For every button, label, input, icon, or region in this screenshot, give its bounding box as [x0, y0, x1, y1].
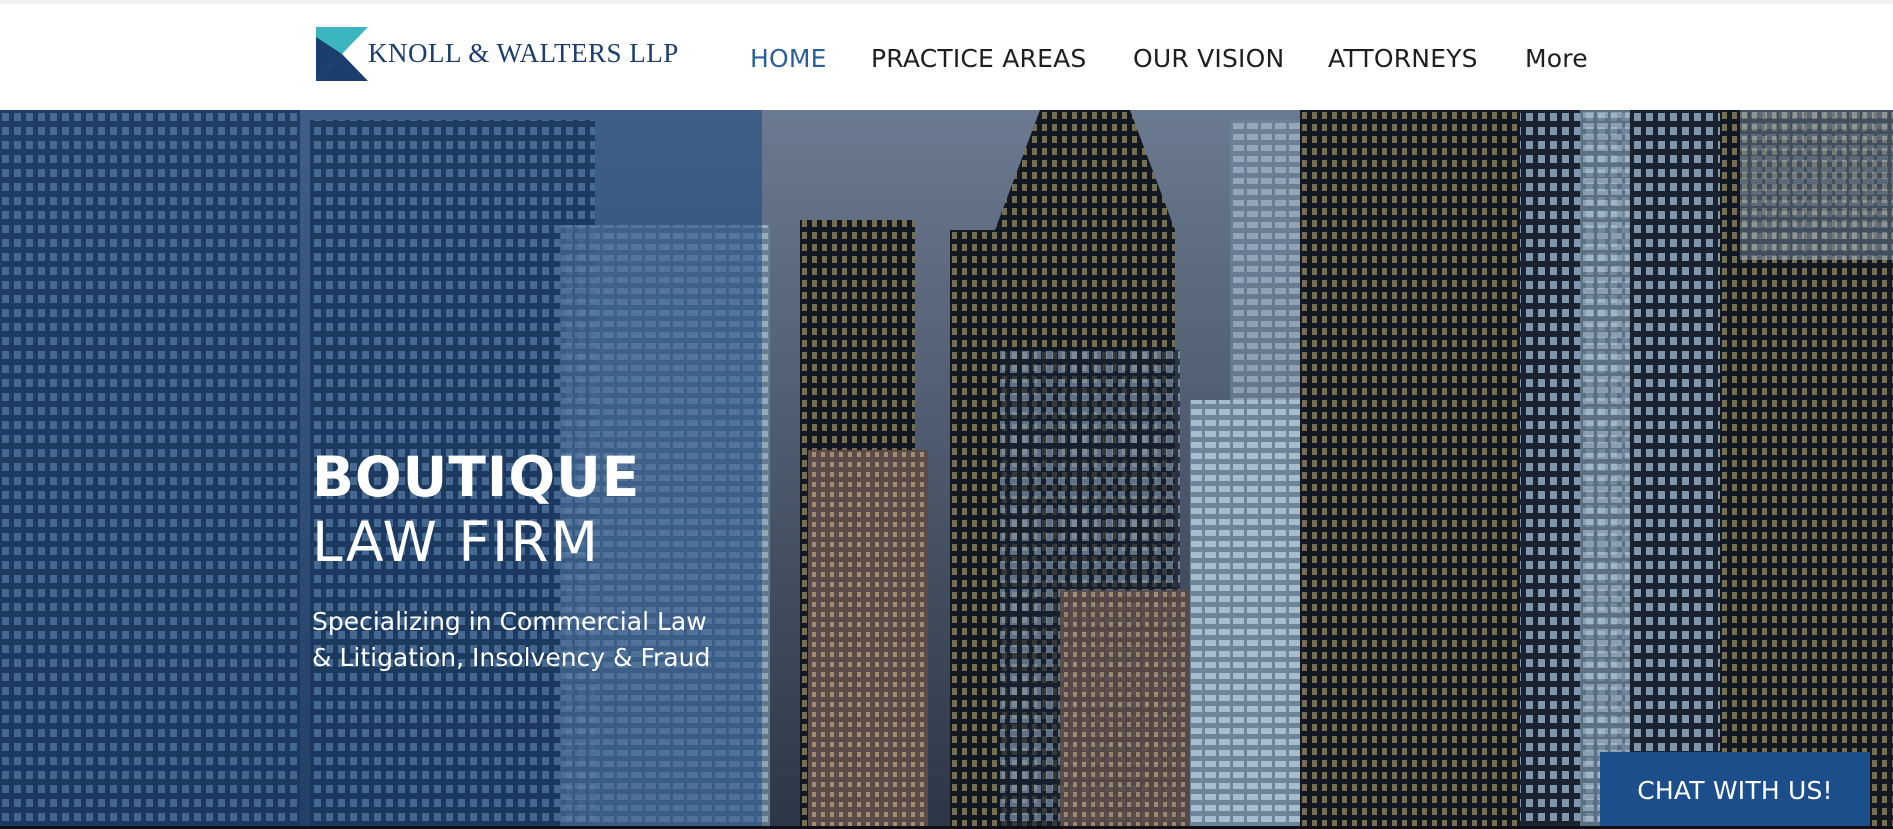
nav-more[interactable]: More: [1525, 44, 1588, 73]
nav-attorneys[interactable]: ATTORNEYS: [1328, 44, 1478, 73]
nav-home[interactable]: HOME: [750, 44, 827, 73]
nav-our-vision[interactable]: OUR VISION: [1133, 44, 1284, 73]
hero-title-law-firm: LAW FIRM: [312, 510, 600, 574]
chat-with-us-button[interactable]: CHAT WITH US!: [1600, 752, 1870, 829]
logo-text: KNOLL & WALTERS LLP: [368, 37, 679, 68]
hero-subtitle: Specializing in Commercial Law & Litigat…: [312, 604, 732, 676]
hero-subtitle-line2: & Litigation, Insolvency & Fraud: [312, 643, 711, 672]
logo-link[interactable]: KNOLL & WALTERS LLP: [316, 26, 679, 82]
logo-mark-icon: [316, 27, 368, 81]
hero-section: BOUTIQUE LAW FIRM Specializing in Commer…: [0, 110, 1893, 829]
site-header: KNOLL & WALTERS LLP HOME PRACTICE AREAS …: [0, 4, 1893, 110]
nav-practice-areas[interactable]: PRACTICE AREAS: [871, 44, 1086, 73]
hero-subtitle-line1: Specializing in Commercial Law: [312, 607, 707, 636]
hero-title-boutique: BOUTIQUE: [312, 445, 641, 509]
